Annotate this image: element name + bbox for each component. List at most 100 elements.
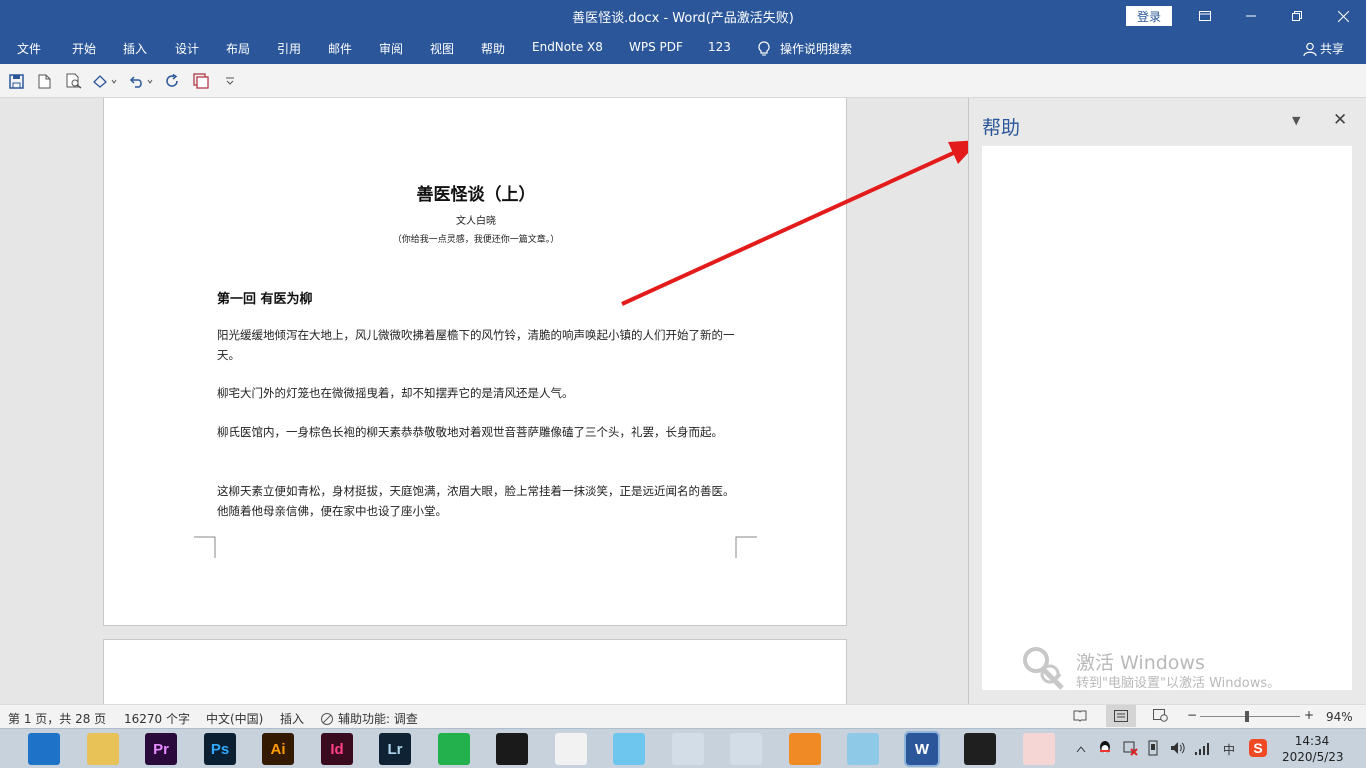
orange-app-icon[interactable] <box>789 733 821 765</box>
tab-home[interactable]: 开始 <box>72 40 96 57</box>
read-mode-icon[interactable] <box>1073 709 1087 725</box>
taskbar: Pr Ps Ai Id Lr W 中 S 14:34 2020/5/23 <box>0 728 1366 768</box>
save-icon[interactable] <box>7 72 25 90</box>
zoom-out-button[interactable]: − <box>1187 708 1197 722</box>
minimize-icon[interactable] <box>1228 0 1274 32</box>
indesign-icon[interactable]: Id <box>321 733 353 765</box>
tray-device-icon[interactable] <box>1146 740 1160 759</box>
sogou-ime-icon[interactable]: S <box>1249 739 1267 760</box>
insert-mode[interactable]: 插入 <box>280 710 304 727</box>
green-arrow-icon[interactable] <box>964 733 996 765</box>
tab-references[interactable]: 引用 <box>277 40 301 57</box>
key-icon <box>1023 647 1064 690</box>
notes-app-icon[interactable] <box>847 733 879 765</box>
show-hidden-icons[interactable] <box>1076 742 1086 756</box>
cloud-app-icon[interactable] <box>613 733 645 765</box>
tab-view[interactable]: 视图 <box>430 40 454 57</box>
red-app-icon[interactable] <box>555 733 587 765</box>
page-count[interactable]: 第 1 页，共 28 页 <box>8 710 106 727</box>
system-clock[interactable]: 14:34 2020/5/23 <box>1282 733 1344 765</box>
tell-me-label: 操作说明搜索 <box>780 42 853 56</box>
help-content[interactable] <box>982 146 1352 690</box>
tell-me-search[interactable]: 操作说明搜索 <box>758 40 852 57</box>
illustrator-icon[interactable]: Ai <box>262 733 294 765</box>
tab-123[interactable]: 123 <box>708 40 731 54</box>
green-app-icon[interactable] <box>438 733 470 765</box>
new-document-icon[interactable] <box>35 72 53 90</box>
paragraph: 柳宅大门外的灯笼也在微微摇曳着，却不知摆弄它的是清风还是人气。 <box>217 386 574 400</box>
title-bar: 善医怪谈.docx - Word(产品激活失败) 登录 <box>0 0 1366 32</box>
chapter-heading: 第一回 有医为柳 <box>217 292 313 307</box>
network-signal-icon[interactable] <box>1194 740 1210 759</box>
activation-subtitle: 转到"电脑设置"以激活 Windows。 <box>1076 676 1281 691</box>
lightbulb-icon <box>758 41 770 56</box>
zoom-level[interactable]: 94% <box>1326 710 1353 724</box>
tab-mailings[interactable]: 邮件 <box>328 40 352 57</box>
qq-icon[interactable] <box>672 733 704 765</box>
zoom-slider-thumb[interactable] <box>1245 711 1249 722</box>
redo-icon[interactable] <box>163 72 181 90</box>
tab-endnote[interactable]: EndNote X8 <box>532 40 603 54</box>
accessibility-icon <box>321 712 333 725</box>
web-layout-icon[interactable] <box>1153 709 1168 725</box>
chrome-icon[interactable] <box>730 733 762 765</box>
window-icon[interactable] <box>192 72 210 90</box>
tray-network-warning-icon[interactable] <box>1122 740 1138 759</box>
photoshop-icon[interactable]: Ps <box>204 733 236 765</box>
word-count[interactable]: 16270 个字 <box>124 710 190 727</box>
status-bar: 第 1 页，共 28 页 16270 个字 中文(中国) 插入 辅助功能: 调查… <box>0 704 1366 728</box>
premiere-icon[interactable]: Pr <box>145 733 177 765</box>
login-button[interactable]: 登录 <box>1126 6 1172 26</box>
clock-time: 14:34 <box>1294 734 1330 748</box>
tray-qq-icon[interactable] <box>1097 740 1113 759</box>
undo-icon[interactable] <box>128 72 156 90</box>
ime-indicator[interactable]: 中 <box>1223 741 1235 758</box>
zoom-in-button[interactable]: + <box>1304 708 1314 722</box>
tab-help[interactable]: 帮助 <box>481 40 505 57</box>
tab-review[interactable]: 审阅 <box>379 40 403 57</box>
document-page[interactable]: 善医怪谈（上） 文人白晓 （你给我一点灵感，我便还你一篇文章。） 第一回 有医为… <box>103 98 847 626</box>
crop-mark-right <box>735 536 757 558</box>
ribbon-tabs: 文件 开始 插入 设计 布局 引用 邮件 审阅 视图 帮助 EndNote X8… <box>0 32 1366 64</box>
help-pane: 帮助 ▼ ✕ <box>969 98 1366 704</box>
tab-wps-pdf[interactable]: WPS PDF <box>629 40 683 54</box>
zoom-slider-track[interactable] <box>1200 716 1300 717</box>
customize-icon[interactable] <box>221 72 239 90</box>
close-icon[interactable] <box>1320 0 1366 32</box>
svg-text:S: S <box>1253 740 1262 756</box>
ribbon-display-options-icon[interactable] <box>1182 0 1228 32</box>
document-note: （你给我一点灵感，我便还你一篇文章。） <box>392 235 560 245</box>
word-icon[interactable]: W <box>904 731 940 767</box>
video-editor-icon[interactable] <box>496 733 528 765</box>
accessibility-status[interactable]: 辅助功能: 调查 <box>320 710 418 727</box>
document-author: 文人白晓 <box>456 216 496 227</box>
quick-access-toolbar <box>0 64 1366 98</box>
activation-watermark: 激活 Windows 转到"电脑设置"以激活 Windows。 <box>1022 646 1352 694</box>
avatar-app-icon[interactable] <box>1023 733 1055 765</box>
restore-icon[interactable] <box>1274 0 1320 32</box>
lightroom-icon[interactable]: Lr <box>379 733 411 765</box>
file-explorer-icon[interactable] <box>87 733 119 765</box>
volume-icon[interactable] <box>1169 740 1185 759</box>
share-label: 共享 <box>1319 42 1344 56</box>
document-area[interactable]: 善医怪谈（上） 文人白晓 （你给我一点灵感，我便还你一篇文章。） 第一回 有医为… <box>0 98 968 704</box>
tab-insert[interactable]: 插入 <box>123 40 147 57</box>
touch-mode-icon[interactable] <box>90 72 120 90</box>
person-icon <box>1303 42 1317 56</box>
pane-close-icon[interactable]: ✕ <box>1333 110 1347 130</box>
print-layout-icon[interactable] <box>1106 705 1136 727</box>
clock-date: 2020/5/23 <box>1282 750 1344 764</box>
activation-title: 激活 Windows <box>1076 652 1205 674</box>
paragraph: 这柳天素立便如青松，身材挺拔，天庭饱满，浓眉大眼，脸上常挂着一抹淡笑，正是远近闻… <box>217 484 735 518</box>
pane-options-icon[interactable]: ▼ <box>1292 114 1300 127</box>
crop-mark-left <box>194 536 216 558</box>
document-page-2[interactable] <box>103 639 847 704</box>
language-status[interactable]: 中文(中国) <box>206 710 263 727</box>
share-button[interactable]: 共享 <box>1303 40 1344 57</box>
browser-icon[interactable] <box>28 733 60 765</box>
print-preview-icon[interactable] <box>65 72 83 90</box>
tab-layout[interactable]: 布局 <box>226 40 250 57</box>
paragraph: 阳光缓缓地倾泻在大地上，风儿微微吹拂着屋檐下的风竹铃，清脆的响声唤起小镇的人们开… <box>217 328 735 362</box>
tab-design[interactable]: 设计 <box>175 40 199 57</box>
tab-file[interactable]: 文件 <box>17 40 41 57</box>
